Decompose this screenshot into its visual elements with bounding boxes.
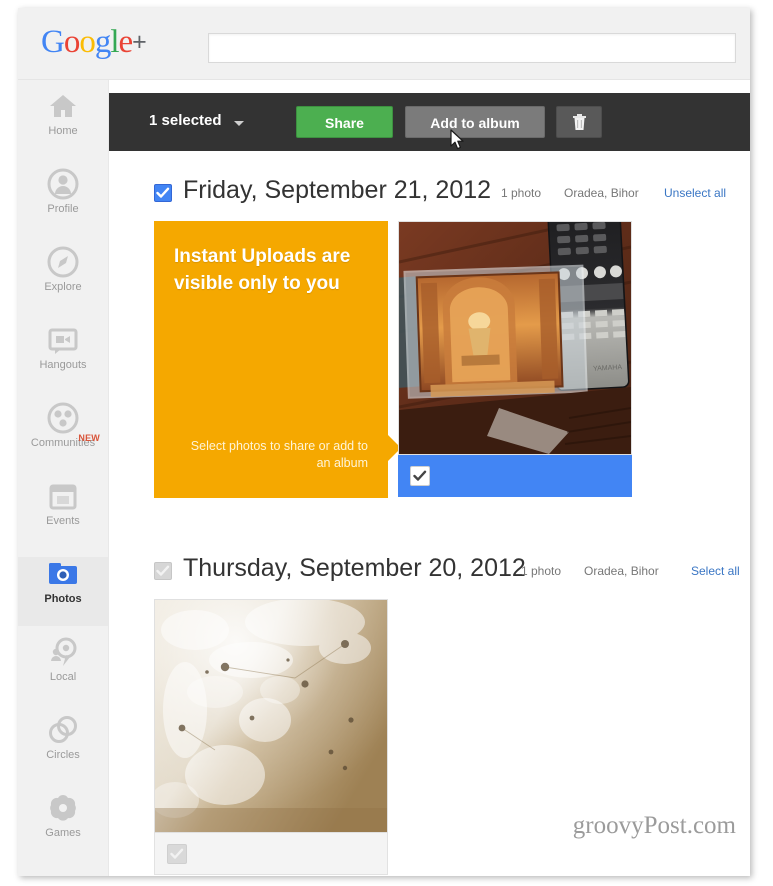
sidebar-label-events: Events [46,515,80,527]
group-date-title-1: Friday, September 21, 2012 [183,176,492,204]
photo-checkbox-2[interactable] [167,844,187,864]
photo-tile-1[interactable]: YAMAHA [398,221,632,497]
instant-uploads-promo-card: Instant Uploads are visible only to you … [154,221,401,498]
photo-checkbox-1[interactable] [410,466,430,486]
logo-letter-o2: o [79,24,95,60]
profile-icon [46,167,80,201]
photo-thumbnail-2[interactable] [154,599,388,833]
sidebar-label-circles: Circles [46,749,80,761]
date-group-header-1: Friday, September 21, 2012 1 photo Orade… [109,176,750,210]
photo-thumbnail-1[interactable]: YAMAHA [398,221,632,455]
sidebar-item-explore[interactable]: Explore [18,245,108,314]
sidebar-item-more[interactable]: More [18,869,108,876]
sidebar-item-profile[interactable]: Profile [18,167,108,236]
main-content: 1 selected Share Add to album Friday, Se… [109,80,750,876]
sidebar-item-local[interactable]: Local [18,635,108,704]
search-input[interactable] [208,33,736,63]
site-watermark: groovyPost.com [572,812,736,839]
sidebar-item-games[interactable]: Games [18,791,108,860]
group-checkbox-1[interactable] [154,184,172,202]
chevron-down-icon[interactable] [234,121,244,126]
left-sidebar: Home Profile Explore Hangouts NEW Commun… [18,80,109,876]
logo-letter-e: e [118,24,134,60]
share-button[interactable]: Share [296,106,393,138]
group-location-1: Oradea, Bihor [564,186,639,200]
logo-letter-o1: o [63,24,80,60]
page-header: Google+ [18,8,750,80]
sidebar-label-home: Home [48,125,78,137]
screenshot-root: Google+ Home Profile Explore Hangouts NE… [0,0,773,886]
group-select-toggle-2[interactable]: Select all [691,564,740,578]
delete-button[interactable] [556,106,602,138]
group-location-2: Oradea, Bihor [584,564,659,578]
sidebar-item-events[interactable]: Events [18,479,108,548]
circles-icon [46,713,80,747]
google-plus-logo[interactable]: Google+ [41,24,147,61]
logo-letter-g2: g [94,24,111,60]
logo-letter-l: l [110,24,119,60]
events-icon [46,479,80,513]
more-dots-icon [46,869,80,876]
sidebar-label-photos: Photos [44,593,82,605]
games-icon [46,791,80,825]
logo-letter-g1: G [41,24,65,60]
local-icon [46,635,80,669]
promo-subtitle: Select photos to share or add to an albu… [190,439,368,470]
photo-selection-bar-1 [398,455,632,497]
photo-selection-bar-2 [154,833,388,875]
promo-title: Instant Uploads are visible only to you [174,246,351,294]
sidebar-item-communities[interactable]: NEW Communities [18,401,108,470]
group-photo-count-2: 1 photo [521,564,562,578]
trash-icon [572,114,586,130]
explore-icon [46,245,80,279]
sidebar-item-hangouts[interactable]: Hangouts [18,323,108,392]
photo-tile-2[interactable] [154,599,388,875]
date-group-header-2: Thursday, September 20, 2012 1 photo Ora… [109,554,750,588]
sidebar-label-hangouts: Hangouts [39,359,87,371]
group-date-title-2: Thursday, September 20, 2012 [183,554,526,582]
group-photo-count-1: 1 photo [501,186,542,200]
group-checkbox-2[interactable] [154,562,172,580]
sidebar-item-photos[interactable]: Photos [18,557,108,626]
logo-plus-sign: + [132,28,147,56]
selection-action-bar: 1 selected Share Add to album [109,93,750,151]
selected-count-label[interactable]: 1 selected [149,112,222,129]
sidebar-label-local: Local [49,671,77,683]
hangouts-icon [46,323,80,357]
group-select-toggle-1[interactable]: Unselect all [664,186,726,200]
home-icon [46,89,80,123]
photos-icon [46,557,80,591]
sidebar-label-profile: Profile [47,203,79,215]
communities-new-badge: NEW [78,433,100,443]
google-plus-photos-page: Google+ Home Profile Explore Hangouts NE… [18,8,750,876]
sidebar-label-games: Games [45,827,81,839]
communities-icon [46,401,80,435]
sidebar-label-explore: Explore [44,281,82,293]
sidebar-item-circles[interactable]: Circles [18,713,108,782]
add-to-album-button[interactable]: Add to album [405,106,545,138]
sidebar-item-home[interactable]: Home [18,89,108,158]
